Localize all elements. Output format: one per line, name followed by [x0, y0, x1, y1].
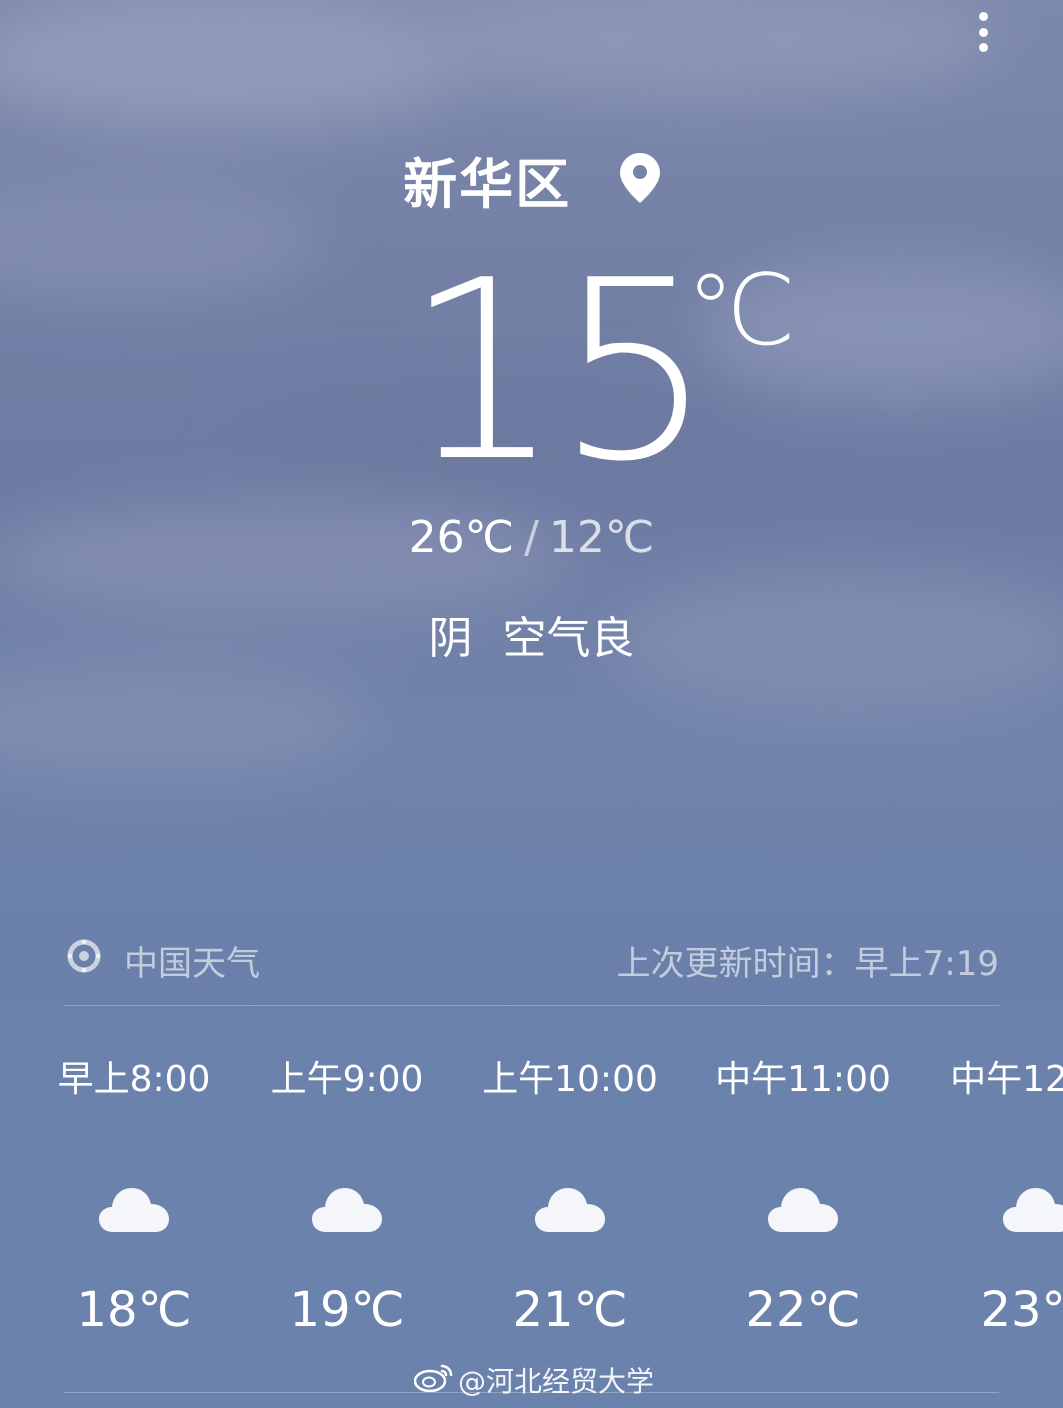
hourly-item: 中午11:00 22℃	[683, 1040, 923, 1338]
hourly-item: 上午10:00 21℃	[450, 1040, 690, 1338]
more-menu-button[interactable]	[968, 0, 998, 52]
cloud-icon	[450, 1184, 690, 1254]
menu-dot	[978, 43, 988, 52]
source-row: 中国天气 上次更新时间：早上7:19	[64, 932, 999, 988]
location-header[interactable]: 新华区	[0, 140, 1063, 219]
divider	[64, 1005, 999, 1006]
cloud-icon	[227, 1184, 467, 1254]
source-brand[interactable]: 中国天气	[64, 936, 260, 985]
hourly-item: 中午12:00 23℃	[918, 1040, 1063, 1338]
temperature-range: 26℃/12℃	[0, 512, 1063, 563]
hour-time: 中午12:00	[950, 1059, 1063, 1100]
range-separator: /	[524, 512, 539, 563]
hour-temperature: 21℃	[512, 1282, 628, 1338]
location-name: 新华区	[403, 153, 572, 216]
hour-temperature: 23℃	[980, 1282, 1063, 1338]
hour-temperature: 19℃	[289, 1282, 405, 1338]
weibo-logo-icon	[413, 1362, 458, 1399]
hourly-item: 上午9:00 19℃	[227, 1040, 467, 1338]
source-name: 中国天气	[124, 943, 260, 984]
cloud-icon	[14, 1184, 254, 1254]
last-updated: 上次更新时间：早上7:19	[616, 943, 999, 984]
menu-dot	[978, 27, 988, 37]
location-pin-icon	[619, 152, 660, 216]
high-temperature: 26℃	[408, 512, 515, 563]
weather-condition: 阴空气良	[0, 602, 1063, 666]
air-quality[interactable]: 空气良	[503, 613, 635, 664]
cloud-icon	[918, 1184, 1063, 1254]
hour-time: 上午9:00	[270, 1059, 424, 1100]
watermark: @河北经贸大学	[413, 1360, 655, 1400]
cloud-icon	[683, 1184, 923, 1254]
hour-time: 中午11:00	[715, 1059, 891, 1100]
hour-temperature: 18℃	[76, 1282, 192, 1338]
low-temperature: 12℃	[548, 512, 655, 563]
china-weather-logo-icon	[64, 936, 124, 985]
hour-time: 上午10:00	[482, 1059, 658, 1100]
watermark-text: @河北经贸大学	[458, 1365, 655, 1398]
hourly-item: 早上8:00 18℃	[14, 1040, 254, 1338]
current-temperature: 15	[404, 228, 714, 516]
weather-text: 阴	[428, 613, 473, 664]
hourly-forecast[interactable]: 早上8:00 18℃ 上午9:00 19℃ 上午10:00 21℃ 中午11:0…	[0, 1040, 1063, 1360]
more-vertical-icon	[978, 12, 988, 21]
temperature-unit: ℃	[686, 254, 797, 368]
hour-time: 早上8:00	[57, 1059, 211, 1100]
hour-temperature: 22℃	[745, 1282, 861, 1338]
